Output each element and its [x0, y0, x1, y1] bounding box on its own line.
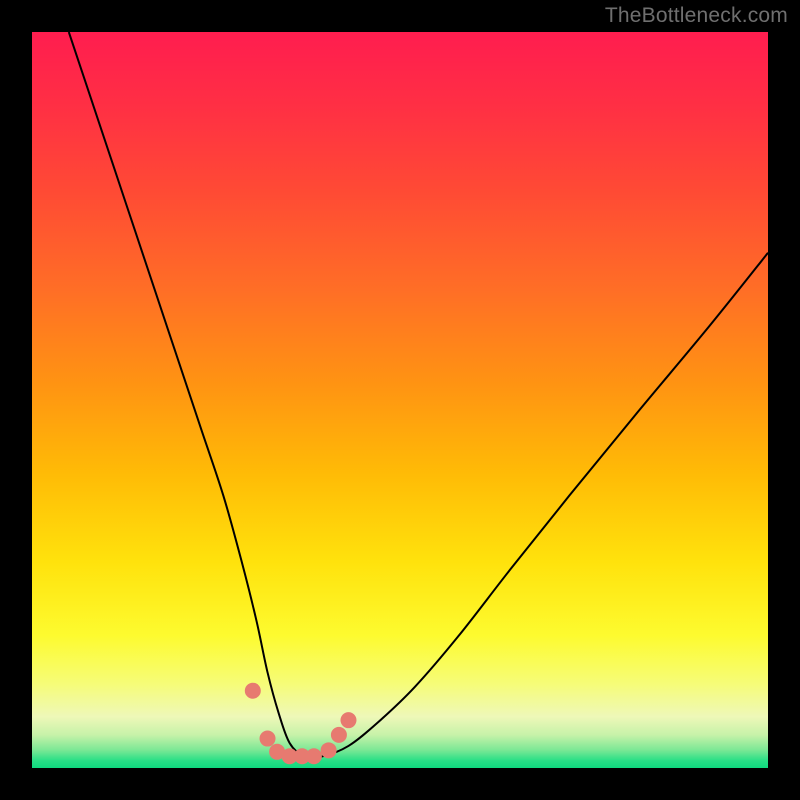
marker-dot — [306, 748, 322, 764]
plot-svg — [32, 32, 768, 768]
marker-dot — [331, 727, 347, 743]
marker-dot — [340, 712, 356, 728]
plot-background — [32, 32, 768, 768]
chart-frame: TheBottleneck.com — [0, 0, 800, 800]
plot-area — [32, 32, 768, 768]
marker-dot — [245, 683, 261, 699]
watermark-text: TheBottleneck.com — [605, 4, 788, 28]
marker-dot — [321, 742, 337, 758]
marker-dot — [260, 731, 276, 747]
